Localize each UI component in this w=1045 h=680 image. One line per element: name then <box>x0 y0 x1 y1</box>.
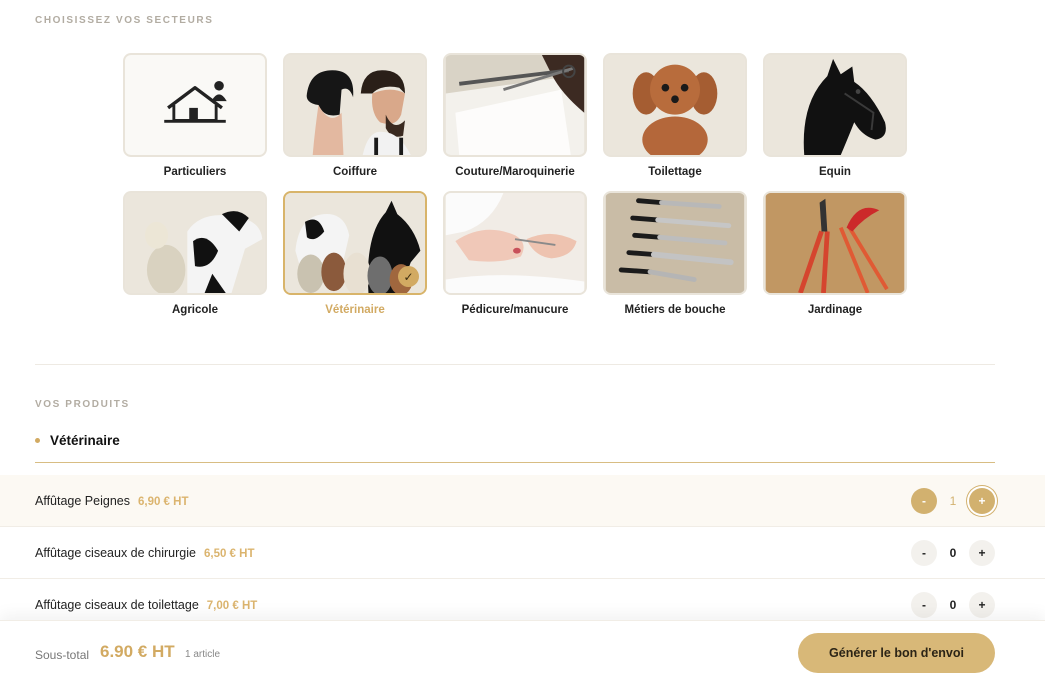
product-row: Affûtage Peignes 6,90 € HT - 1 + <box>0 475 1045 527</box>
product-group-header: Vétérinaire <box>35 433 120 448</box>
sector-label: Agricole <box>171 304 218 316</box>
product-price: 7,00 € HT <box>206 599 258 612</box>
sector-label: Vétérinaire <box>325 304 385 316</box>
sector-metiers-de-bouche[interactable]: Métiers de bouche <box>603 191 747 316</box>
bullet-dot-icon <box>35 438 40 443</box>
jardinage-image <box>763 191 907 295</box>
sector-label: Coiffure <box>332 166 378 178</box>
sector-equin[interactable]: Equin <box>763 53 907 178</box>
product-name-wrap: Affûtage ciseaux de chirurgie 6,50 € HT <box>35 546 254 560</box>
generate-shipping-form-button[interactable]: Générer le bon d'envoi <box>798 633 995 673</box>
quantity-stepper: - 1 + <box>911 487 995 514</box>
product-row: Affûtage ciseaux de chirurgie 6,50 € HT -… <box>0 527 1045 579</box>
sector-label: Couture/Maroquinerie <box>455 166 575 178</box>
product-price: 6,90 € HT <box>137 495 189 508</box>
sector-couture-maroquinerie[interactable]: Couture/Maroquinerie <box>443 53 587 178</box>
article-count: 1 article <box>185 649 221 660</box>
increment-button[interactable]: + <box>969 487 995 514</box>
sector-label: Jardinage <box>807 304 863 316</box>
product-name: Affûtage ciseaux de toilettage <box>35 597 199 612</box>
sector-label: Equin <box>819 166 851 178</box>
product-name-wrap: Affûtage ciseaux de toilettage 7,00 € HT <box>35 598 257 612</box>
decrement-button[interactable]: - <box>911 591 937 618</box>
couture-image <box>443 53 587 157</box>
subtotal-label: Sous-total <box>35 648 90 662</box>
increment-button[interactable]: + <box>969 591 995 618</box>
sectors-section-label: CHOISISSEZ VOS SECTEURS <box>35 15 214 26</box>
sector-label: Pédicure/manucure <box>461 304 569 316</box>
veterinaire-image: ✓ <box>283 191 427 295</box>
sector-veterinaire[interactable]: ✓ Vétérinaire <box>283 191 427 316</box>
sector-label: Particuliers <box>163 166 227 178</box>
decrement-button[interactable]: - <box>911 539 937 566</box>
agricole-image <box>123 191 267 295</box>
sector-particuliers[interactable]: Particuliers <box>123 53 267 178</box>
selected-check-icon: ✓ <box>398 266 419 287</box>
sector-pedicure-manucure[interactable]: Pédicure/manucure <box>443 191 587 316</box>
product-name: Affûtage Peignes <box>35 493 130 508</box>
sector-toilettage[interactable]: Toilettage <box>603 53 747 178</box>
pedicure-image <box>443 191 587 295</box>
quantity-value: 0 <box>949 597 957 612</box>
product-price: 6,50 € HT <box>203 547 255 560</box>
product-name-wrap: Affûtage Peignes 6,90 € HT <box>35 494 188 508</box>
cart-footer: Sous-total 6.90 € HT 1 article Générer l… <box>0 620 1045 680</box>
group-underline <box>35 462 995 463</box>
sector-agricole[interactable]: Agricole <box>123 191 267 316</box>
particuliers-image <box>123 53 267 157</box>
toilettage-image <box>603 53 747 157</box>
quantity-value: 1 <box>949 493 957 508</box>
house-person-icon <box>164 80 227 123</box>
coiffure-image <box>283 53 427 157</box>
products-section-label: VOS PRODUITS <box>35 399 130 410</box>
metiers-de-bouche-image <box>603 191 747 295</box>
quantity-stepper: - 0 + <box>911 539 995 566</box>
sector-jardinage[interactable]: Jardinage <box>763 191 907 316</box>
product-name: Affûtage ciseaux de chirurgie <box>35 545 196 560</box>
sector-label: Toilettage <box>648 166 702 178</box>
equin-image <box>763 53 907 157</box>
increment-button[interactable]: + <box>969 539 995 566</box>
sector-label: Métiers de bouche <box>624 304 726 316</box>
decrement-button[interactable]: - <box>911 487 937 514</box>
subtotal-value: 6.90 € HT <box>100 642 175 661</box>
quantity-stepper: - 0 + <box>911 591 995 618</box>
product-list: Affûtage Peignes 6,90 € HT - 1 + Affûtage… <box>0 475 1045 631</box>
sector-grid: Particuliers Coiffure Couture/Maroquiner… <box>123 53 908 316</box>
quantity-value: 0 <box>949 545 957 560</box>
product-group-title: Vétérinaire <box>50 433 120 448</box>
section-divider <box>35 364 995 365</box>
sector-coiffure[interactable]: Coiffure <box>283 53 427 178</box>
